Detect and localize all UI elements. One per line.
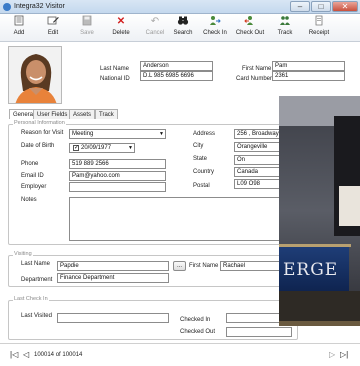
postal-label: Postal	[193, 183, 210, 189]
checked-in-label: Checked In	[180, 317, 211, 323]
visitor-photo	[8, 46, 62, 104]
record-navigator: |◁ ◁ 100014 of 100014 ▷ ▷|	[0, 343, 360, 366]
department-label: Department	[21, 277, 53, 283]
check-in-person-icon	[197, 15, 233, 28]
edit-label: Edit	[47, 30, 59, 36]
delete-x-icon: ✕	[116, 16, 126, 27]
save-disk-icon	[70, 15, 104, 28]
personal-information-caption: Personal Information	[13, 120, 66, 126]
address-label: Address	[193, 131, 216, 137]
title-bar: Integra32 Visitor – □ ✕	[0, 0, 360, 14]
phone-label: Phone	[21, 161, 39, 167]
visiting-first-name-label: First Name	[189, 263, 219, 269]
window-title: Integra32 Visitor	[14, 3, 65, 10]
last-visited-field[interactable]	[57, 313, 169, 323]
card-number-label: Card Number	[236, 76, 273, 82]
check-out-label: Check Out	[235, 30, 265, 36]
next-record-icon[interactable]: ▷	[329, 351, 335, 359]
track-people-icon	[268, 15, 302, 28]
checked-out-field[interactable]	[226, 327, 292, 337]
visiting-last-name-label: Last Name	[21, 261, 51, 267]
state-label: State	[193, 156, 208, 162]
binoculars-icon	[166, 15, 200, 28]
check-out-person-icon	[231, 15, 269, 28]
last-visited-label: Last Visited	[21, 313, 52, 319]
country-label: Country	[193, 169, 215, 175]
dob-checkbox[interactable]: ✓	[73, 145, 79, 151]
dob-label: Date of Birth	[21, 143, 55, 149]
receipt-button[interactable]: Receipt	[302, 15, 336, 41]
email-label: Email ID	[21, 173, 44, 179]
checked-out-label: Checked Out	[180, 329, 216, 335]
email-field[interactable]: Pam@yahoo.com	[69, 171, 166, 181]
reason-value: Meeting	[72, 131, 94, 137]
search-label: Search	[173, 30, 193, 36]
check-in-button[interactable]: Check In	[197, 15, 233, 41]
receipt-label: Receipt	[308, 30, 330, 36]
edit-icon	[36, 15, 70, 28]
add-button[interactable]: Add	[2, 15, 36, 41]
last-record-icon[interactable]: ▷|	[340, 351, 348, 359]
employer-field[interactable]	[69, 182, 166, 192]
delete-label: Delete	[112, 30, 130, 36]
reason-label: Reason for Visit	[21, 130, 64, 136]
app-icon	[3, 3, 11, 11]
notes-textarea[interactable]	[69, 197, 292, 241]
first-name-label: First Name	[242, 66, 272, 72]
check-in-label: Check In	[203, 30, 227, 36]
visiting-caption: Visiting	[13, 251, 33, 257]
last-check-in-caption: Last Check In	[13, 296, 49, 302]
delete-button[interactable]: ✕ Delete	[104, 15, 138, 41]
tab-user-fields[interactable]: User Fields	[33, 109, 72, 119]
minimize-button[interactable]: –	[290, 1, 310, 12]
notes-label: Notes	[21, 197, 37, 203]
save-button[interactable]: Save	[70, 15, 104, 41]
add-record-icon	[2, 15, 36, 28]
toolbar: Add Edit Save ✕ Delete ↶ Cancel Search C…	[0, 14, 360, 42]
last-name-field[interactable]: Anderson	[140, 61, 213, 71]
record-counter: 100014 of 100014	[34, 352, 83, 358]
national-id-field[interactable]: D.L 985 6985 6696	[140, 71, 213, 81]
tab-track[interactable]: Track	[95, 109, 118, 119]
dob-picker[interactable]: ✓ 20/09/1977 ▼	[69, 143, 135, 153]
phone-field[interactable]: 519 889 2566	[69, 159, 166, 169]
save-label: Save	[80, 30, 94, 36]
concierge-photo-overlay: ERGE	[279, 96, 360, 326]
card-number-field[interactable]: 2361	[272, 71, 345, 81]
first-name-field[interactable]: Pam	[272, 61, 345, 71]
first-record-icon[interactable]: |◁	[10, 351, 18, 359]
track-label: Track	[277, 30, 293, 36]
concierge-sign-text: ERGE	[283, 260, 339, 280]
tab-assets[interactable]: Assets	[69, 109, 96, 119]
reason-select[interactable]: Meeting ▼	[69, 129, 166, 139]
track-button[interactable]: Track	[268, 15, 302, 41]
dropdown-arrow-icon: ▼	[159, 131, 164, 137]
maximize-button[interactable]: □	[311, 1, 331, 12]
receipt-icon	[302, 15, 336, 28]
dob-value: 20/09/1977	[81, 145, 112, 151]
edit-button[interactable]: Edit	[36, 15, 70, 41]
browse-host-button[interactable]: ...	[173, 261, 186, 271]
visiting-last-name-field[interactable]: Papdie	[57, 261, 169, 271]
previous-record-icon[interactable]: ◁	[23, 351, 29, 359]
close-button[interactable]: ✕	[332, 1, 358, 12]
calendar-dropdown-icon: ▼	[128, 145, 133, 151]
national-id-label: National ID	[100, 76, 130, 82]
check-out-button[interactable]: Check Out	[231, 15, 269, 41]
last-name-label: Last Name	[100, 66, 130, 72]
city-label: City	[193, 143, 204, 149]
add-label: Add	[13, 30, 25, 36]
department-field[interactable]: Finance Department	[57, 273, 169, 283]
employer-label: Employer	[21, 184, 47, 190]
search-button[interactable]: Search	[166, 15, 200, 41]
